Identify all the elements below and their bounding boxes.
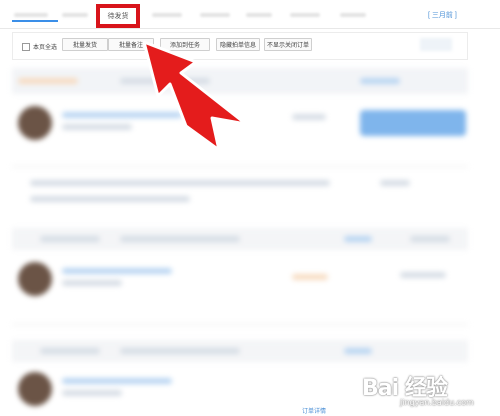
- bulk-ship-button[interactable]: 批量发货: [62, 38, 108, 51]
- tab-all-orders[interactable]: [14, 13, 48, 17]
- active-tab-indicator: [12, 20, 58, 22]
- row-divider: [12, 166, 468, 167]
- product-thumbnail[interactable]: [18, 106, 52, 140]
- bulk-remark-button[interactable]: 批量备注: [108, 38, 154, 51]
- order-meta-text: [120, 236, 240, 242]
- watermark-url: jingyan.baidu.com: [400, 398, 474, 407]
- product-spec: [62, 124, 132, 130]
- tab-pending-shipment-label: 待发货: [107, 13, 129, 20]
- tab-shipped[interactable]: [152, 13, 182, 17]
- order-meta-text: [120, 78, 210, 84]
- order-meta-text: [120, 348, 240, 354]
- hide-closed-orders-button[interactable]: 不显示关闭订单: [264, 38, 312, 51]
- three-months-ago-link[interactable]: [ 三月前 ]: [428, 10, 457, 20]
- product-title[interactable]: [62, 378, 172, 384]
- order-detail-link[interactable]: 订单详情: [302, 406, 326, 415]
- tab-pending-payment[interactable]: [62, 13, 88, 17]
- tab-completed[interactable]: [246, 13, 272, 17]
- order-meta-text: [344, 236, 372, 242]
- select-page-checkbox[interactable]: [22, 42, 30, 51]
- order-meta-text: [360, 78, 400, 84]
- product-spec: [62, 280, 122, 286]
- order-meta-text: [40, 236, 100, 242]
- order-list: [0, 62, 500, 416]
- add-to-task-button[interactable]: 添加到任务: [160, 38, 210, 51]
- order-meta-text: [410, 236, 450, 242]
- order-meta-text: [40, 348, 100, 354]
- row-divider: [12, 324, 468, 325]
- tab-closed[interactable]: [290, 13, 320, 17]
- order-status-text: [380, 180, 410, 186]
- order-remark-text: [30, 180, 330, 186]
- product-title[interactable]: [62, 112, 182, 118]
- product-thumbnail[interactable]: [18, 372, 52, 406]
- product-title[interactable]: [62, 268, 172, 274]
- order-price: [292, 274, 328, 280]
- product-thumbnail[interactable]: [18, 262, 52, 296]
- tab-pending-shipment[interactable]: 待发货: [96, 4, 140, 28]
- order-meta-text: [18, 78, 78, 84]
- ship-button[interactable]: [360, 110, 466, 136]
- order-meta-text: [344, 348, 372, 354]
- pagination-control[interactable]: [420, 38, 452, 51]
- tab-bar-divider: [0, 28, 500, 29]
- order-price: [292, 114, 326, 120]
- order-remark-text: [30, 196, 190, 202]
- order-status-text: [400, 272, 446, 278]
- baidu-jingyan-watermark: Bai 经验 jingyan.baidu.com: [360, 370, 500, 410]
- select-page-label: 本页全选: [33, 45, 58, 51]
- tab-refund[interactable]: [200, 13, 230, 17]
- select-page-control[interactable]: 本页全选: [22, 42, 57, 51]
- tab-review[interactable]: [340, 13, 366, 17]
- hide-shooting-info-button[interactable]: 隐藏拍单信息: [216, 38, 260, 51]
- product-spec: [62, 390, 122, 396]
